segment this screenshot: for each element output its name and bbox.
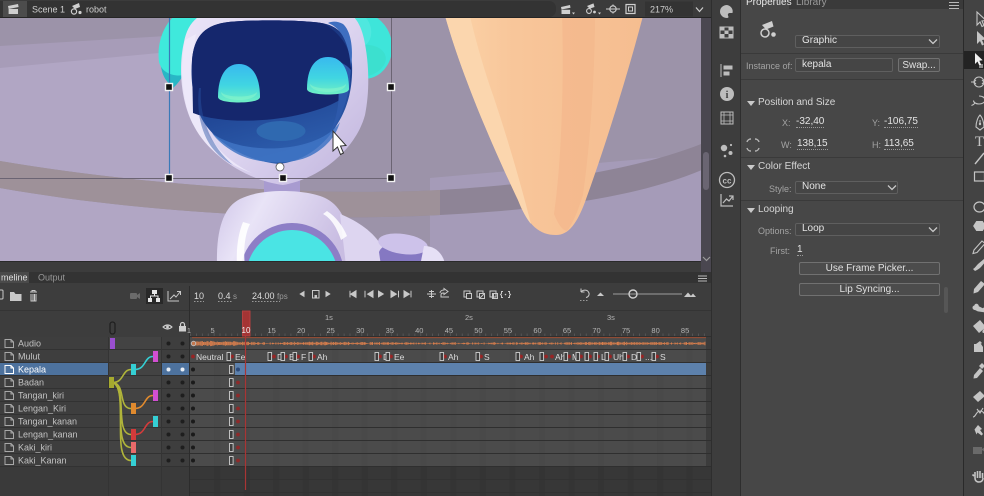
svg-text:meline: meline bbox=[1, 273, 28, 283]
svg-text:Audio: Audio bbox=[18, 339, 41, 349]
svg-text:Kaki_Kanan: Kaki_Kanan bbox=[18, 456, 67, 466]
svg-text:25: 25 bbox=[327, 326, 335, 335]
svg-text:Output: Output bbox=[38, 273, 66, 283]
svg-text:D: D bbox=[631, 352, 637, 362]
svg-text:Kepala: Kepala bbox=[18, 365, 46, 375]
svg-text:S: S bbox=[484, 352, 490, 362]
svg-text:0.4 s: 0.4 s bbox=[218, 291, 237, 301]
svg-text:65: 65 bbox=[563, 326, 571, 335]
svg-text:Ah: Ah bbox=[448, 352, 459, 362]
svg-text:24.00 fps: 24.00 fps bbox=[252, 291, 288, 301]
svg-text:85: 85 bbox=[681, 326, 689, 335]
svg-text:45: 45 bbox=[445, 326, 453, 335]
svg-text:217%: 217% bbox=[650, 5, 673, 15]
svg-text:30: 30 bbox=[356, 326, 364, 335]
svg-text:Scene 1: Scene 1 bbox=[32, 5, 65, 15]
svg-text:20: 20 bbox=[297, 326, 305, 335]
svg-text:55: 55 bbox=[504, 326, 512, 335]
svg-text:60: 60 bbox=[533, 326, 541, 335]
svg-text:robot: robot bbox=[86, 5, 107, 15]
svg-text:10: 10 bbox=[194, 291, 204, 301]
svg-text:35: 35 bbox=[386, 326, 394, 335]
svg-text:Mulut: Mulut bbox=[18, 352, 41, 362]
svg-text:Kaki_kiri: Kaki_kiri bbox=[18, 443, 52, 453]
svg-text:Tangan_kiri: Tangan_kiri bbox=[18, 391, 64, 401]
svg-text:Lengan_Kiri: Lengan_Kiri bbox=[18, 404, 66, 414]
svg-text:Ee: Ee bbox=[235, 352, 246, 362]
svg-text:40: 40 bbox=[415, 326, 423, 335]
svg-text:70: 70 bbox=[592, 326, 600, 335]
svg-text:80: 80 bbox=[651, 326, 659, 335]
svg-text:i: i bbox=[726, 90, 729, 101]
svg-text:Tangan_kanan: Tangan_kanan bbox=[18, 417, 77, 427]
svg-text:...: ... bbox=[645, 352, 652, 362]
svg-text:Uh: Uh bbox=[613, 352, 624, 362]
svg-text:1s: 1s bbox=[325, 313, 333, 322]
svg-text:2s: 2s bbox=[465, 313, 473, 322]
svg-text:Lengan_kanan: Lengan_kanan bbox=[18, 430, 78, 440]
svg-text:Ah: Ah bbox=[317, 352, 328, 362]
svg-text:3s: 3s bbox=[607, 313, 615, 322]
svg-text:15: 15 bbox=[268, 326, 276, 335]
svg-text:Ee: Ee bbox=[394, 352, 405, 362]
svg-text:F: F bbox=[301, 352, 306, 362]
svg-text:10: 10 bbox=[242, 326, 251, 335]
svg-text:S: S bbox=[660, 352, 666, 362]
svg-text:T: T bbox=[975, 134, 984, 150]
svg-text:75: 75 bbox=[622, 326, 630, 335]
svg-text:cc: cc bbox=[723, 177, 732, 186]
svg-text:Badan: Badan bbox=[18, 378, 44, 388]
svg-text:Ah: Ah bbox=[524, 352, 535, 362]
svg-text:Neutral: Neutral bbox=[196, 352, 224, 362]
svg-text:50: 50 bbox=[474, 326, 482, 335]
